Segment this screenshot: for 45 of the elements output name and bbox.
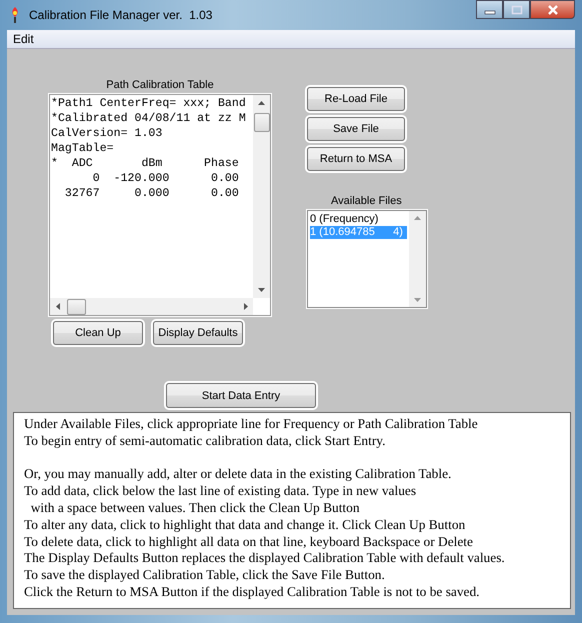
instruction-line: with a space between values. Then click the Clean Up Button: [30, 500, 361, 517]
table-button[interactable]: Display Defaults: [153, 321, 243, 345]
list-scrollbar[interactable]: [409, 211, 426, 307]
table-line: CalVersion= 1.03: [51, 126, 164, 141]
file-button[interactable]: Save File: [307, 117, 405, 141]
minimize-button[interactable]: [476, 0, 503, 19]
table-line: * ADC dBm Phase: [51, 156, 240, 171]
instruction-line: Click the Return to MSA Button if the displayed Calibration Table is not to be saved.: [24, 584, 481, 601]
vertical-scrollbar[interactable]: [253, 95, 270, 298]
down-arrow-icon: [258, 288, 265, 292]
left-arrow-icon: [56, 303, 60, 310]
right-arrow-icon: [244, 303, 248, 310]
start-data-entry-button[interactable]: Start Data Entry: [166, 383, 316, 408]
up-arrow-icon: [258, 101, 265, 105]
close-icon: [546, 4, 558, 14]
window-title: Calibration File Manager ver. 1.03: [29, 8, 212, 22]
table-button[interactable]: Clean Up: [53, 321, 143, 345]
instruction-line: Under Available Files, click appropriate line for Frequency or Path Calibration Table: [24, 416, 479, 433]
table-label: Path Calibration Table: [106, 79, 214, 91]
menu-item[interactable]: Edit: [11, 32, 36, 46]
scroll-thumb[interactable]: [67, 299, 86, 315]
horizontal-scrollbar[interactable]: [50, 298, 253, 315]
calibration-text-area[interactable]: *Path1 CenterFreq= xxx; Band *Calibrated 04/08/11 at zz M CalVersion= 1.03 MagTable= * ADC dBm Phase 0 -120.000 0.00 32767 0.000 0.00: [49, 94, 271, 316]
scroll-thumb[interactable]: [254, 113, 270, 132]
instruction-line: To delete data, click to highlight all data on that line, keyboard Backspace or Delete: [24, 534, 474, 550]
instruction-line: The Display Defaults Button replaces the displayed Calibration Table with default values.: [24, 550, 506, 568]
table-line: *Calibrated 04/08/11 at zz M: [51, 111, 247, 126]
maximize-button[interactable]: [503, 0, 530, 19]
down-arrow-icon: [414, 298, 421, 302]
maximize-icon: [510, 4, 522, 14]
file-button[interactable]: Return to MSA: [307, 147, 405, 171]
table-line: 32767 0.000 0.00: [64, 186, 240, 201]
instruction-line: To save the displayed Calibration Table, click the Save File Button.: [24, 567, 386, 584]
files-label: Available Files: [331, 195, 402, 207]
instruction-line: Or, you may manually add, alter or delete data in the existing Calibration Table.: [24, 466, 452, 484]
instruction-line: To add data, click below the last line of existing data. Type in new values: [24, 483, 418, 500]
table-line: MagTable=: [51, 141, 115, 156]
instruction-line: To alter any data, click to highlight that data and change it. Click Clean Up Button: [24, 516, 466, 534]
table-line: *Path1 CenterFreq= xxx; Band: [51, 96, 247, 111]
file-button[interactable]: Re-Load File: [307, 87, 405, 111]
close-button[interactable]: [530, 0, 575, 19]
file-item[interactable]: 0 (Frequency): [310, 213, 407, 226]
up-arrow-icon: [414, 216, 421, 220]
instruction-line: To begin entry of semi-automatic calibration data, click Start Entry.: [24, 432, 386, 450]
table-line: 0 -120.000 0.00: [92, 171, 240, 186]
